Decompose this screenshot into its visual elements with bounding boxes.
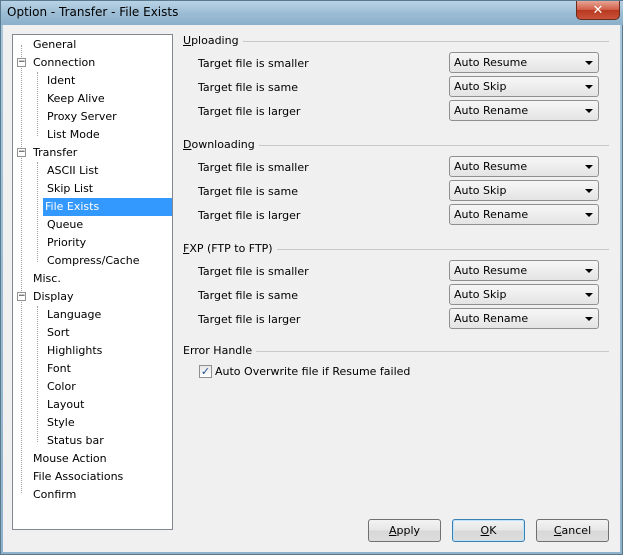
dropdown-arrow-icon [585,317,593,321]
group-divider [183,41,609,42]
tree-item-color[interactable]: Color [45,378,78,396]
tree-item-style[interactable]: Style [45,414,77,432]
dropdown-arrow-icon [585,109,593,113]
uploading-group-title: Uploading [183,34,243,47]
dropdown-arrow-icon [585,269,593,273]
dropdown-arrow-icon [585,293,593,297]
tree-item-status-bar[interactable]: Status bar [45,432,106,450]
tree-item-priority[interactable]: Priority [45,234,88,252]
fxp-larger-select[interactable]: Auto Rename [449,308,599,329]
tree-item-misc[interactable]: Misc. [31,270,63,288]
tree-item-font[interactable]: Font [45,360,73,378]
title-bar[interactable]: Option - Transfer - File Exists ✕ [1,1,623,25]
fxp-group-title: FXP (FTP to FTP) [183,242,277,255]
download-smaller-select[interactable]: Auto Resume [449,156,599,177]
options-tree[interactable]: General − Connection Ident Keep Alive Pr… [12,34,173,530]
tree-item-layout[interactable]: Layout [45,396,86,414]
dropdown-arrow-icon [585,61,593,65]
auto-overwrite-checkbox[interactable]: ✓ [199,365,212,378]
tree-item-mouse-action[interactable]: Mouse Action [31,450,109,468]
tree-item-transfer[interactable]: Transfer [31,144,79,162]
ok-button[interactable]: OK [452,519,525,542]
fxp-same-label: Target file is same [198,289,299,302]
upload-same-label: Target file is same [198,81,299,94]
tree-item-proxy-server[interactable]: Proxy Server [45,108,119,126]
downloading-group-title: Downloading [183,138,259,151]
cancel-button[interactable]: Cancel [536,519,609,542]
collapse-icon[interactable]: − [17,148,26,157]
tree-item-confirm[interactable]: Confirm [31,486,78,504]
fxp-smaller-label: Target file is smaller [198,265,309,278]
fxp-smaller-select[interactable]: Auto Resume [449,260,599,281]
options-window: Option - Transfer - File Exists ✕ Genera… [0,0,623,555]
dropdown-arrow-icon [585,213,593,217]
tree-item-display[interactable]: Display [31,288,76,306]
upload-same-select[interactable]: Auto Skip [449,76,599,97]
tree-item-language[interactable]: Language [45,306,103,324]
tree-item-compress-cache[interactable]: Compress/Cache [45,252,142,270]
close-button[interactable]: ✕ [576,1,620,20]
tree-item-general[interactable]: General [31,36,78,54]
download-smaller-label: Target file is smaller [198,161,309,174]
tree-item-skip-list[interactable]: Skip List [45,180,95,198]
window-title: Option - Transfer - File Exists [7,5,179,19]
tree-item-highlights[interactable]: Highlights [45,342,104,360]
dialog-client-area: General − Connection Ident Keep Alive Pr… [3,25,620,552]
error-handle-group-title: Error Handle [183,344,257,357]
upload-larger-select[interactable]: Auto Rename [449,100,599,121]
tree-item-connection[interactable]: Connection [31,54,97,72]
auto-overwrite-label[interactable]: Auto Overwrite file if Resume failed [215,365,410,378]
tree-connector [37,306,38,442]
tree-item-queue[interactable]: Queue [45,216,85,234]
dropdown-arrow-icon [585,165,593,169]
download-same-label: Target file is same [198,185,299,198]
collapse-icon[interactable]: − [17,58,26,67]
tree-item-ascii-list[interactable]: ASCII List [45,162,100,180]
tree-item-file-exists[interactable]: File Exists [43,198,172,216]
apply-button[interactable]: Apply [368,519,441,542]
dropdown-arrow-icon [585,85,593,89]
tree-connector [21,45,22,493]
download-same-select[interactable]: Auto Skip [449,180,599,201]
fxp-same-select[interactable]: Auto Skip [449,284,599,305]
dropdown-arrow-icon [585,189,593,193]
tree-item-file-associations[interactable]: File Associations [31,468,125,486]
tree-connector [37,72,38,136]
upload-smaller-label: Target file is smaller [198,57,309,70]
upload-smaller-select[interactable]: Auto Resume [449,52,599,73]
download-larger-label: Target file is larger [198,209,301,222]
tree-item-keep-alive[interactable]: Keep Alive [45,90,107,108]
close-icon: ✕ [592,2,604,18]
upload-larger-label: Target file is larger [198,105,301,118]
tree-item-sort[interactable]: Sort [45,324,72,342]
download-larger-select[interactable]: Auto Rename [449,204,599,225]
tree-item-ident[interactable]: Ident [45,72,77,90]
tree-connector [37,162,38,262]
tree-item-list-mode[interactable]: List Mode [45,126,102,144]
collapse-icon[interactable]: − [17,292,26,301]
fxp-larger-label: Target file is larger [198,313,301,326]
